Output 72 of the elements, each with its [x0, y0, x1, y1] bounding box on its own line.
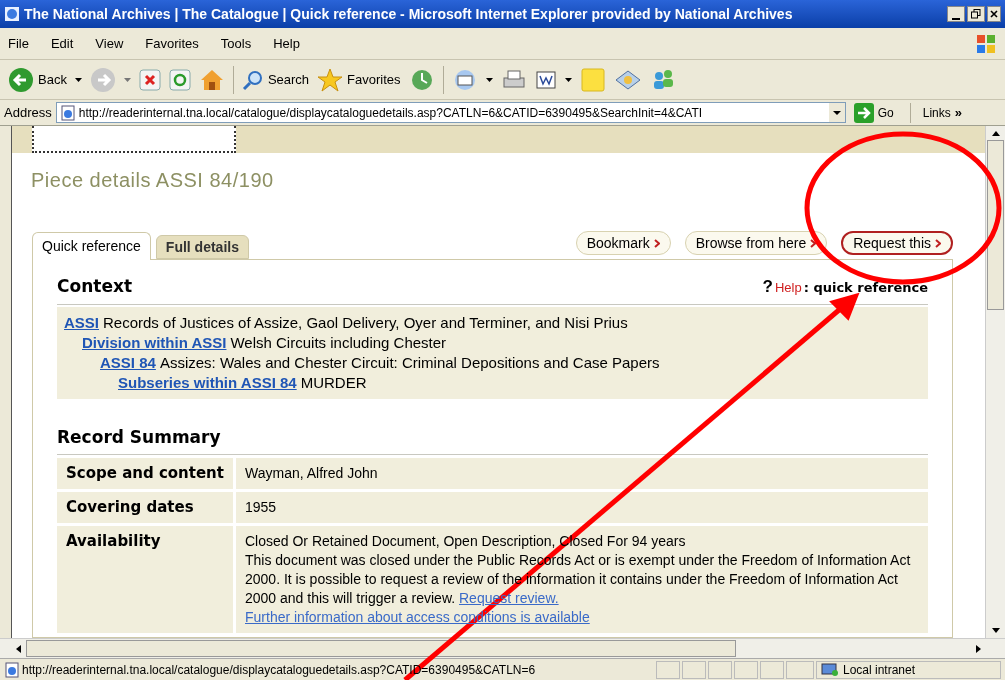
chevron-right-icon [653, 238, 660, 248]
page-icon [59, 104, 76, 121]
row-label-cell: Scope and content [57, 458, 233, 489]
action-button[interactable]: Bookmark [575, 231, 671, 255]
context-description: MURDER [300, 373, 367, 391]
catalogue-link[interactable]: Subseries within ASSI 84 [118, 373, 297, 391]
menu-item[interactable]: View [95, 33, 124, 54]
row-label-cell: Covering dates [57, 492, 233, 523]
browser-icon [4, 6, 20, 22]
context-description: Assizes: Wales and Chester Circuit: Criminal Depositions and Case Papers [159, 353, 660, 371]
status-panel [786, 660, 814, 679]
value-text: Wayman, Alfred John [245, 464, 379, 483]
scrollbar-thumb[interactable] [26, 640, 736, 657]
page-icon [4, 661, 20, 678]
status-panel [760, 660, 784, 679]
search-button[interactable]: Search [241, 68, 310, 91]
menu-item[interactable]: Help [273, 33, 300, 54]
search-icon [241, 68, 264, 91]
section-heading: Context [57, 275, 133, 298]
status-panel [682, 660, 706, 679]
dropdown-caret-icon [564, 77, 572, 82]
intranet-icon [821, 662, 839, 677]
context-description: Records of Justices of Assize, Gaol Delivery, Oyer and Terminer, and Nisi Prius [103, 313, 628, 331]
address-label: Address [4, 103, 52, 122]
vertical-scrollbar[interactable] [985, 126, 1005, 638]
chevron-right-icon [935, 238, 941, 248]
favorites-button[interactable]: Favorites [317, 67, 401, 92]
address-field[interactable]: http://readerinternal.tna.local/catalogue/displaycataloguedetails.asp?CATLN=6&CATID=6390495&SearchInit=4&CATI [55, 102, 846, 123]
help-mark: ? [762, 276, 773, 298]
status-panel [708, 660, 732, 679]
horizontal-scrollbar[interactable] [0, 638, 1005, 658]
help-link[interactable]: Help [774, 278, 802, 298]
back-button[interactable]: Back [8, 66, 67, 93]
catalogue-link[interactable]: Division within ASSI [82, 333, 227, 351]
dropdown-caret-icon [485, 77, 493, 82]
maximize-button[interactable] [967, 6, 985, 22]
dropdown-caret-icon[interactable] [828, 103, 845, 122]
menu-item[interactable]: Tools [220, 33, 252, 54]
status-panel [734, 660, 758, 679]
restore-icon [971, 9, 981, 19]
chevron-right-icon [810, 238, 817, 248]
value-text: 1955 [245, 498, 278, 517]
dropdown-caret-icon [74, 77, 82, 82]
minimize-button[interactable] [947, 6, 965, 22]
catalogue-link[interactable]: ASSI 84 [100, 353, 156, 371]
dropdown-caret-icon [123, 77, 131, 82]
catalogue-link[interactable]: ASSI [64, 313, 99, 331]
tab[interactable]: Quick reference [32, 232, 151, 260]
action-button[interactable]: Request this [841, 231, 953, 255]
action-button[interactable]: Browse from here [684, 231, 828, 255]
close-button[interactable] [987, 6, 1001, 22]
close-icon [990, 10, 998, 18]
tab[interactable]: Full details [155, 235, 249, 259]
go-button[interactable]: Go [853, 102, 894, 123]
context-description: Welsh Circuits including Chester [230, 333, 447, 351]
stop-icon[interactable] [138, 68, 161, 91]
document-icon[interactable] [534, 68, 557, 91]
menu-item[interactable]: File [8, 33, 29, 54]
chevron-text[interactable]: » [954, 102, 962, 123]
row-label-cell: Availability [57, 526, 233, 633]
star-icon [317, 67, 344, 92]
window-title: The National Archives | The Catalogue | Quick reference - Microsoft Internet Explorer provided by National Archives [24, 4, 794, 24]
status-panel [656, 660, 680, 679]
menu-item[interactable]: Favorites [145, 33, 199, 54]
zone-label: Local intranet [843, 661, 916, 679]
menu-item[interactable]: Edit [50, 33, 74, 54]
page-heading: Piece details ASSI 84/190 [30, 168, 275, 193]
links-label[interactable]: Links [922, 103, 951, 122]
help-topic: : quick reference [803, 279, 928, 297]
section-heading: Record Summary [57, 424, 928, 455]
minimize-icon [952, 17, 960, 21]
windows-logo-icon [975, 32, 997, 55]
